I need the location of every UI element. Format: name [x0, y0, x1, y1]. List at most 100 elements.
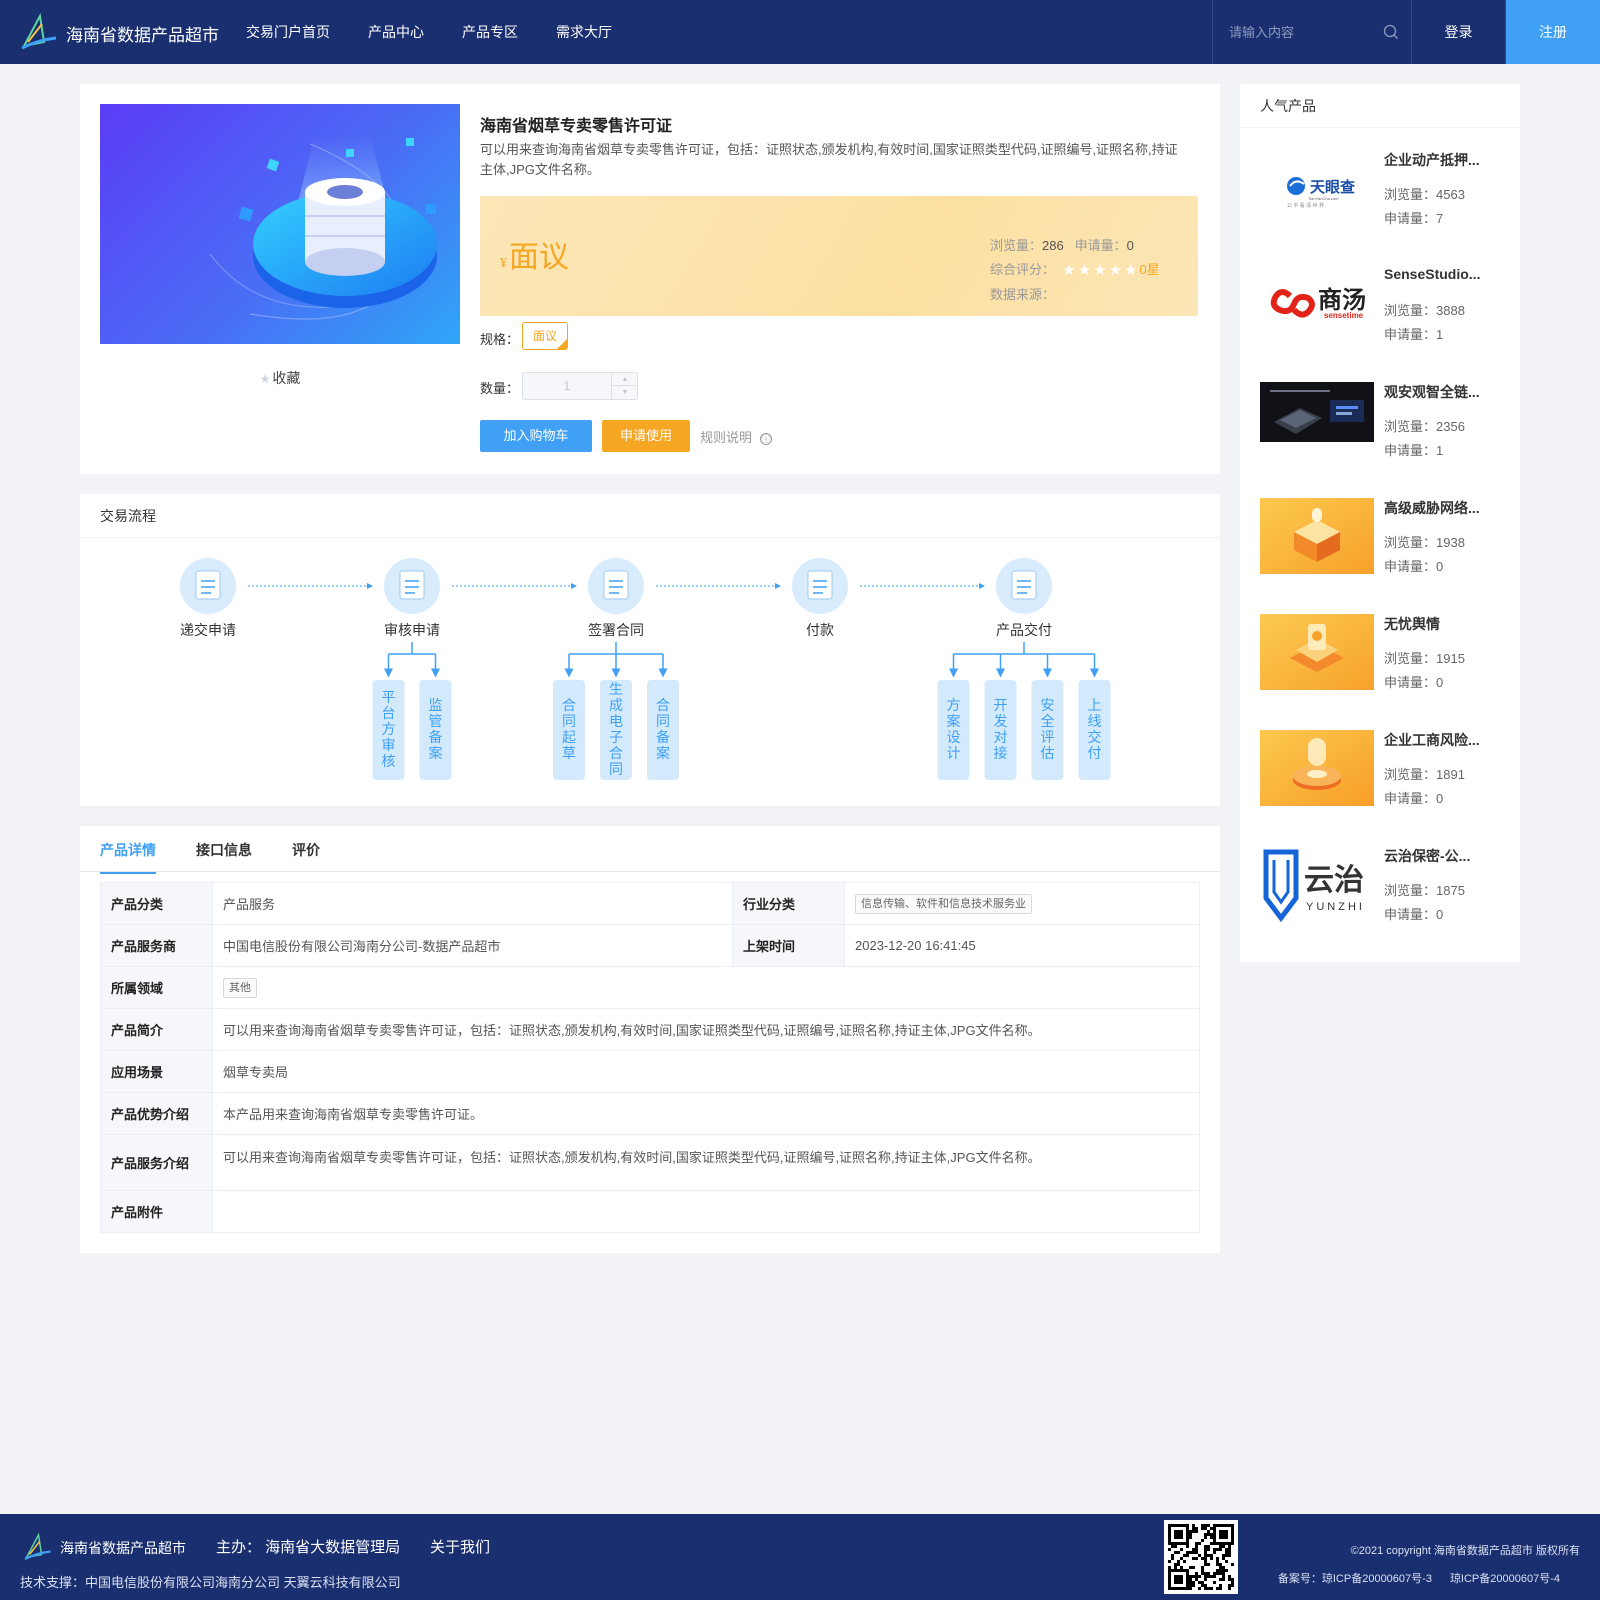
popular-item[interactable]: 观安观智全链... 浏览量：2356 申请量：1	[1260, 382, 1510, 462]
process-step-label: 产品交付	[996, 622, 1052, 638]
popular-products-card: 人气产品 天眼查 TianYanCha.com 公 平 看 清 世 界 企业动产…	[1240, 84, 1520, 962]
product-thumbnail	[1260, 382, 1374, 458]
process-step: 签署合同	[588, 558, 644, 638]
popular-item[interactable]: 云治 YUNZHI 云治保密-公... 浏览量：1875 申请量：0	[1260, 846, 1510, 926]
advantage-label: 产品优势介绍	[100, 1092, 213, 1135]
product-thumbnail	[1260, 614, 1374, 690]
table-row: 应用场景 烟草专卖局	[100, 1050, 1200, 1093]
icp-record-1[interactable]: 备案号：琼ICP备20000607号-3	[1278, 1573, 1432, 1585]
process-step-label: 审核申请	[384, 622, 440, 638]
popular-item-views: 浏览量：3888	[1384, 303, 1465, 318]
nav-home[interactable]: 交易门户首页	[246, 0, 330, 64]
search-icon[interactable]	[1383, 24, 1399, 40]
intro-label: 产品简介	[100, 1008, 213, 1051]
yunzhi-logo: 云治	[1304, 864, 1364, 897]
advantage-value: 本产品用来查询海南省烟草专卖零售许可证。	[212, 1092, 1200, 1135]
popular-item[interactable]: 天眼查 TianYanCha.com 公 平 看 清 世 界 企业动产抵押...…	[1260, 150, 1510, 230]
popular-item-name[interactable]: 企业工商风险...	[1384, 730, 1490, 750]
info-icon: ⓘ	[760, 433, 773, 445]
product-thumbnail: 云治 YUNZHI	[1260, 846, 1374, 922]
process-step: 付款	[792, 558, 848, 638]
detail-table: 产品分类 产品服务 行业分类 信息传输、软件和信息技术服务业 产品服务商 中国电…	[100, 882, 1200, 1233]
process-title: 交易流程	[80, 494, 1220, 538]
popular-item[interactable]: 高级威胁网络... 浏览量：1938 申请量：0	[1260, 498, 1510, 578]
process-substep: 上线交付	[1078, 654, 1111, 780]
quantity-input[interactable]	[523, 373, 611, 399]
table-row: 所属领域 其他	[100, 966, 1200, 1009]
rules-link[interactable]: 规则说明 ⓘ	[700, 427, 773, 446]
popular-item-name[interactable]: 观安观智全链...	[1384, 382, 1490, 402]
views-label: 浏览量：	[990, 238, 1043, 253]
rating-stars: ★★★★★	[1062, 262, 1140, 279]
popular-item-name[interactable]: 云治保密-公...	[1384, 846, 1490, 866]
listed-label: 上架时间	[732, 924, 845, 967]
search-input[interactable]	[1229, 22, 1379, 42]
tab-product-detail[interactable]: 产品详情	[100, 840, 156, 874]
popular-item-name[interactable]: SenseStudio...	[1384, 266, 1490, 282]
process-substep-label: 开发对接	[994, 697, 1008, 761]
process-substep: 开发对接	[984, 654, 1017, 780]
footer-support: 技术支撑：中国电信股份有限公司海南分公司 天翼云科技有限公司	[20, 1575, 401, 1590]
process-substep-label: 方案设计	[947, 697, 961, 761]
process-substep: 合同备案	[647, 654, 679, 780]
popular-item-views: 浏览量：1875	[1384, 883, 1465, 898]
tab-reviews[interactable]: 评价	[292, 840, 320, 872]
site-title[interactable]: 海南省数据产品超市	[66, 21, 219, 46]
icp-record-2[interactable]: 琼ICP备20000607号-4	[1450, 1573, 1560, 1585]
process-step-label: 付款	[806, 622, 834, 638]
spec-option[interactable]: 面议	[522, 322, 568, 350]
footer-logo-icon	[24, 1532, 51, 1561]
popular-item-applications: 申请量：1	[1384, 443, 1444, 458]
popular-item[interactable]: 商汤 sensetime SenseStudio... 浏览量：3888 申请量…	[1260, 266, 1510, 346]
popular-item-name[interactable]: 高级威胁网络...	[1384, 498, 1490, 518]
price: ¥面议	[500, 232, 569, 276]
popular-item-name[interactable]: 无忧舆情	[1384, 614, 1490, 634]
apply-button[interactable]: 申请使用	[602, 420, 690, 452]
product-illustration	[209, 134, 437, 320]
process-substep: 生成电子合同	[600, 654, 632, 780]
popular-item-views: 浏览量：1938	[1384, 535, 1465, 550]
popular-item-name[interactable]: 企业动产抵押...	[1384, 150, 1490, 170]
popular-item[interactable]: 无忧舆情 浏览量：1915 申请量：0	[1260, 614, 1510, 694]
rating-label: 综合评分：	[990, 262, 1056, 277]
nav-products[interactable]: 产品中心	[368, 0, 424, 64]
popular-item-views: 浏览量：2356	[1384, 419, 1465, 434]
register-button[interactable]: 注册	[1506, 0, 1600, 64]
industry-tag: 信息传输、软件和信息技术服务业	[855, 893, 1032, 914]
process-substep: 方案设计	[937, 654, 970, 780]
nav-zones[interactable]: 产品专区	[462, 0, 518, 64]
scenario-label: 应用场景	[100, 1050, 213, 1093]
table-row: 产品简介 可以用来查询海南省烟草专卖零售许可证，包括：证照状态,颁发机构,有效时…	[100, 1008, 1200, 1051]
provider-label: 产品服务商	[100, 924, 213, 967]
popular-item-applications: 申请量：7	[1384, 211, 1444, 226]
domain-label: 所属领域	[100, 966, 213, 1009]
rules-label: 规则说明	[700, 430, 753, 445]
footer-copyright: ©2021 copyright 海南省数据产品超市 版权所有	[1350, 1545, 1580, 1557]
spec-label: 规格：	[480, 332, 520, 347]
popular-item-views: 浏览量：1915	[1384, 651, 1465, 666]
tab-api-info[interactable]: 接口信息	[196, 840, 252, 872]
applications-value: 0	[1126, 238, 1134, 253]
about-us-link[interactable]: 关于我们	[430, 1536, 490, 1557]
popular-item[interactable]: 企业工商风险... 浏览量：1891 申请量：0	[1260, 730, 1510, 810]
industry-label: 行业分类	[732, 882, 845, 925]
nav-demand[interactable]: 需求大厅	[556, 0, 612, 64]
popular-item-views: 浏览量：1891	[1384, 767, 1465, 782]
domain-tag: 其他	[223, 977, 257, 998]
footer-host: 主办： 海南省大数据管理局	[216, 1539, 401, 1556]
process-step: 递交申请	[180, 558, 236, 638]
process-substep-label: 监管备案	[429, 697, 443, 761]
login-button[interactable]: 登录	[1412, 0, 1506, 64]
tianyancha-domain: TianYanCha.com	[1308, 196, 1339, 201]
popular-item-applications: 申请量：0	[1384, 907, 1444, 922]
provider-value: 中国电信股份有限公司海南分公司-数据产品超市	[212, 924, 733, 967]
table-row: 产品优势介绍 本产品用来查询海南省烟草专卖零售许可证。	[100, 1092, 1200, 1135]
favorite-button[interactable]: ★ 收藏	[80, 368, 480, 388]
increase-icon[interactable]: ▲	[611, 373, 638, 386]
process-substep-label: 平台方审核	[382, 689, 396, 769]
price-value: 面议	[509, 241, 569, 274]
add-to-cart-button[interactable]: 加入购物车	[480, 420, 592, 452]
process-step: 产品交付	[996, 558, 1052, 638]
decrease-icon[interactable]: ▼	[611, 386, 638, 399]
logo-icon[interactable]	[18, 12, 58, 52]
